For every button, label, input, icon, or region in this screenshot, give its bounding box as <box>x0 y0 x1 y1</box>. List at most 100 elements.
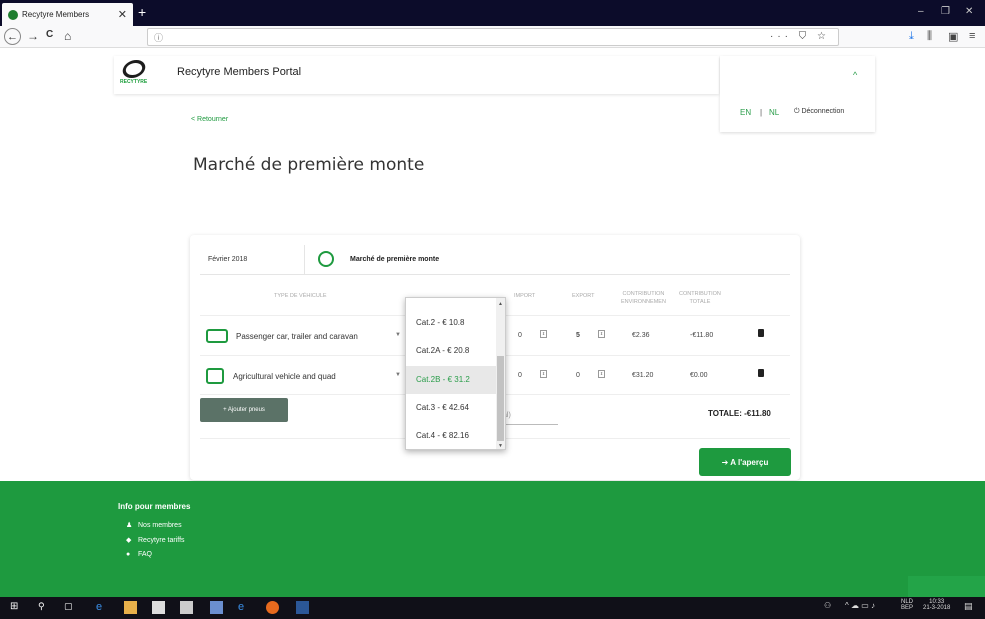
task-view-icon[interactable]: ▢ <box>64 601 77 614</box>
export-value[interactable]: 5 <box>576 332 580 339</box>
logo-mark-icon <box>120 60 148 78</box>
tyre-market-icon <box>318 251 334 267</box>
forward-button[interactable]: → <box>27 29 39 43</box>
tag-icon: ◆ <box>126 537 132 544</box>
restore-button[interactable]: ❐ <box>941 6 950 17</box>
logout-label: Déconnection <box>801 108 845 115</box>
library-icon[interactable]: ⫼ <box>927 30 932 43</box>
dropdown-option-selected[interactable]: Cat.2B - € 31.2 <box>406 366 497 394</box>
browser-tab-bar: Recytyre Members ✕ + – ❐ ✕ <box>0 0 985 26</box>
dropdown-option[interactable]: Cat.2 - € 10.8 <box>406 309 497 337</box>
category-dropdown[interactable]: Cat.2 - € 10.8 Cat.2A - € 20.8 Cat.2B - … <box>405 297 506 450</box>
text-field-underline[interactable] <box>500 424 558 425</box>
column-import: IMPORT <box>514 293 536 299</box>
contrib-env-value: €31.20 <box>632 372 654 379</box>
column-contrib-total-line1: CONTRIBUTION <box>679 291 721 297</box>
tab-close-icon[interactable]: ✕ <box>118 8 127 21</box>
import-value[interactable]: 0 <box>518 332 522 339</box>
scroll-down-icon[interactable]: ▼ <box>498 443 503 449</box>
dropdown-option[interactable]: Cat.2A - € 20.8 <box>406 337 497 365</box>
trash-icon[interactable] <box>758 369 764 377</box>
import-stepper[interactable]: ⇕ <box>540 330 547 338</box>
footer-link-label: Nos membres <box>138 522 182 529</box>
vehicle-type-select[interactable]: Passenger car, trailer and caravan <box>236 332 358 341</box>
notifications-icon[interactable]: ▤ <box>964 601 973 612</box>
lang-separator: | <box>760 108 763 117</box>
lang-en-link[interactable]: EN <box>740 108 751 117</box>
tab-title: Recytyre Members <box>22 10 90 19</box>
download-icon[interactable]: ⤓ <box>909 30 914 43</box>
dropdown-option[interactable]: Cat.3 - € 42.64 <box>406 394 497 422</box>
preview-button[interactable]: ➔ A l'aperçu <box>699 448 791 476</box>
home-button[interactable]: ⌂ <box>64 29 71 43</box>
lang-indicator[interactable]: NLD BEP <box>901 599 913 611</box>
trash-icon[interactable] <box>758 329 764 337</box>
menu-icon[interactable]: ≡ <box>969 30 975 42</box>
market-title: Marché de première monte <box>350 256 440 263</box>
firefox-icon[interactable] <box>266 601 279 614</box>
footer-link-faq[interactable]: ● FAQ <box>126 551 152 558</box>
column-contrib-env: CONTRIBUTION ENVIRONNEMEN <box>621 290 666 306</box>
recytyre-favicon-icon <box>8 9 18 20</box>
column-contrib-env-line1: CONTRIBUTION <box>622 291 665 297</box>
sidebar-icon[interactable]: ▣ <box>948 30 958 43</box>
import-stepper[interactable]: ⇕ <box>540 370 547 378</box>
word-icon[interactable] <box>296 601 309 614</box>
new-tab-button[interactable]: + <box>138 4 146 20</box>
add-tyres-button[interactable]: + Ajouter pneus <box>200 398 288 422</box>
minimize-button[interactable]: – <box>918 6 924 17</box>
footer-link-members[interactable]: ♟ Nos membres <box>126 521 182 529</box>
question-icon: ● <box>126 551 131 558</box>
scroll-up-icon[interactable]: ▲ <box>498 301 503 307</box>
clock[interactable]: 10:33 21-3-2018 <box>923 599 950 611</box>
vehicle-type-select[interactable]: Agricultural vehicle and quad <box>233 372 336 381</box>
lang-nl-link[interactable]: NL <box>769 108 779 117</box>
dropdown-scrollbar[interactable]: ▲ ▼ <box>496 298 505 449</box>
app-icon[interactable] <box>210 601 223 614</box>
card-header: Février 2018 Marché de première monte <box>200 245 790 275</box>
site-info-icon[interactable]: ⓘ <box>154 31 163 44</box>
footer-link-tariffs[interactable]: ◆ Recytyre tariffs <box>126 536 185 544</box>
export-stepper[interactable]: ⇕ <box>598 330 605 338</box>
ie-icon[interactable]: e <box>238 601 251 614</box>
url-bar[interactable]: ⓘ ··· ⛉ ☆ <box>147 28 839 46</box>
export-value[interactable]: 0 <box>576 372 580 379</box>
store-icon[interactable] <box>152 601 165 614</box>
page-actions-icon[interactable]: ··· ⛉ ☆ <box>770 31 830 42</box>
import-value[interactable]: 0 <box>518 372 522 379</box>
windows-taskbar: ⊞ ⚲ ▢ e e ⚇ ^ ☁ ▭ ♪ NLD BEP 10:33 21-3-2… <box>0 597 985 619</box>
back-link[interactable]: < Retourner <box>191 116 228 123</box>
dropdown-option[interactable]: Cat.4 - € 82.16 <box>406 422 497 449</box>
tray-icons[interactable]: ^ ☁ ▭ ♪ <box>845 601 875 610</box>
recytyre-logo[interactable]: RECYTYRE <box>120 60 152 90</box>
footer-link-label: Recytyre tariffs <box>138 537 185 544</box>
chevron-up-icon[interactable]: ^ <box>853 70 857 80</box>
people-icon[interactable]: ⚇ <box>824 601 831 610</box>
contrib-env-value: €2.36 <box>632 332 650 339</box>
file-explorer-icon[interactable] <box>124 601 137 614</box>
footer-badge <box>908 576 985 597</box>
logout-link[interactable]: ⏻ Déconnection <box>794 108 844 116</box>
clock-date: 21-3-2018 <box>923 605 951 611</box>
reload-button[interactable]: C <box>46 29 53 40</box>
close-window-button[interactable]: ✕ <box>965 6 973 17</box>
search-icon[interactable]: ⚲ <box>38 601 51 614</box>
tractor-icon <box>206 368 224 384</box>
column-contrib-total: CONTRIBUTION TOTALE <box>679 290 721 306</box>
portal-header: RECYTYRE Recytyre Members Portal <box>114 56 719 94</box>
chevron-down-icon[interactable]: ▼ <box>395 372 401 378</box>
user-icon: ♟ <box>126 522 133 529</box>
scrollbar-thumb[interactable] <box>497 356 504 441</box>
browser-tab[interactable]: Recytyre Members ✕ <box>2 3 133 26</box>
total-label: TOTALE: -€11.80 <box>708 409 771 418</box>
keyboard-code: BEP <box>901 605 914 611</box>
edge-icon[interactable]: e <box>96 601 109 614</box>
mail-icon[interactable] <box>180 601 193 614</box>
back-button[interactable]: ← <box>4 28 21 45</box>
column-contrib-total-line2: TOTALE <box>689 299 711 305</box>
browser-nav-bar: ← → C ⌂ ⓘ ··· ⛉ ☆ ⤓ ⫼ ▣ ≡ <box>0 26 985 48</box>
page-title: Marché de première monte <box>193 155 425 175</box>
chevron-down-icon[interactable]: ▼ <box>395 332 401 338</box>
windows-start-icon[interactable]: ⊞ <box>10 601 23 614</box>
export-stepper[interactable]: ⇕ <box>598 370 605 378</box>
